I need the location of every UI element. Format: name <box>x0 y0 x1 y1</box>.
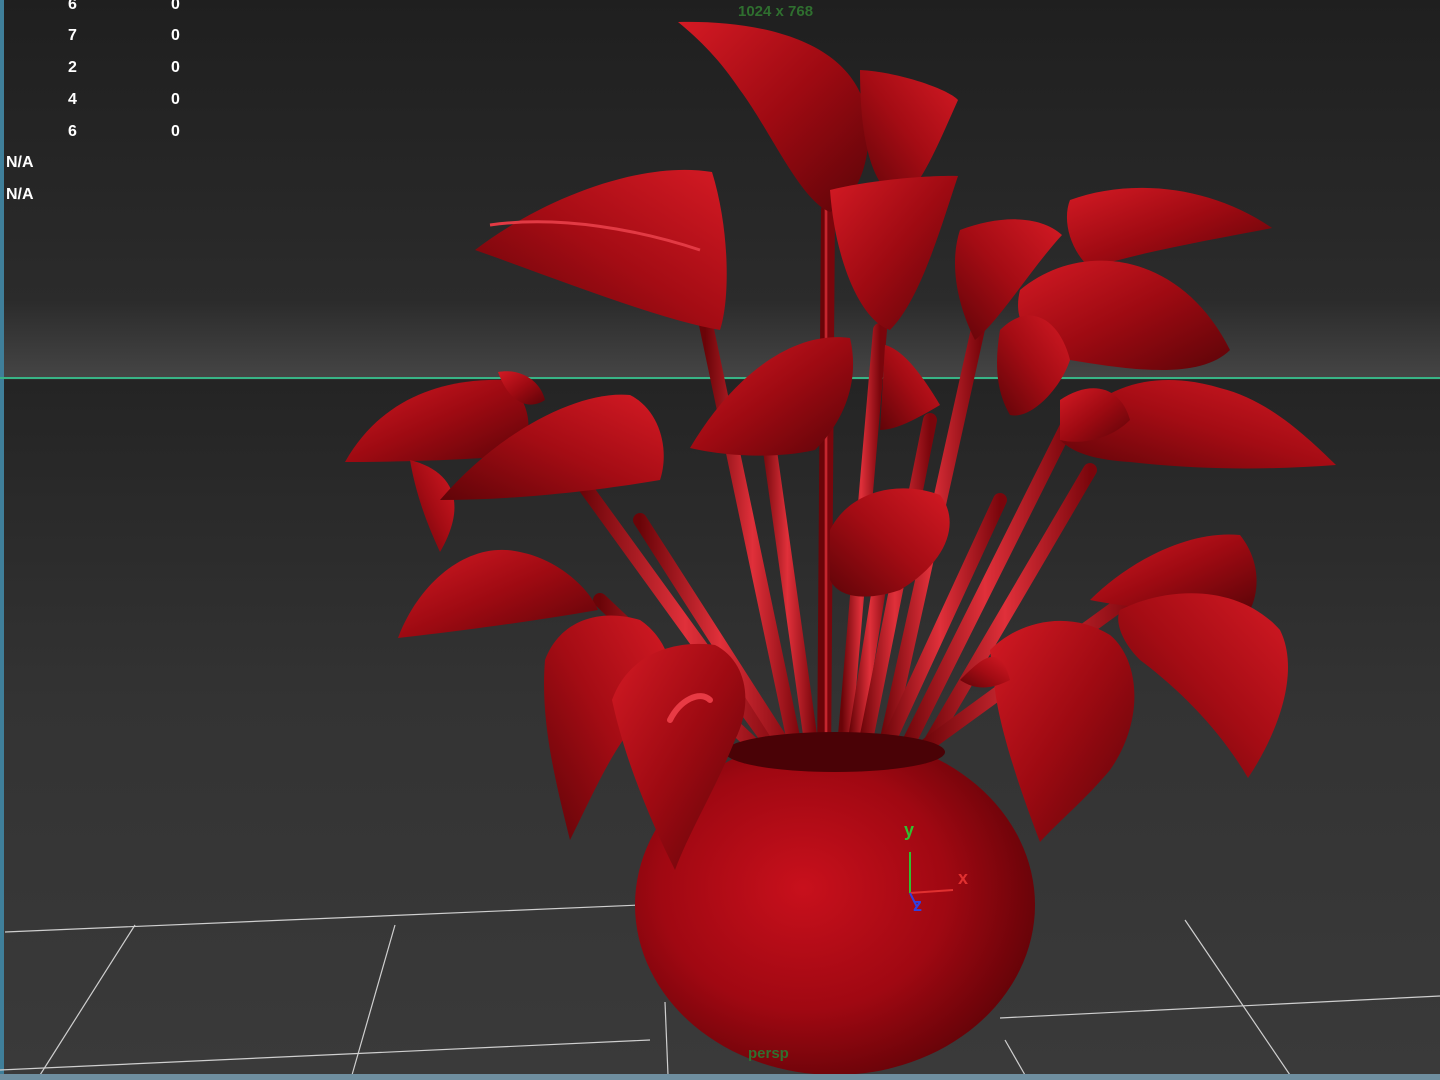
hud-row-count: 2 <box>68 59 77 76</box>
hud-na-row: N/A <box>0 187 240 205</box>
hud-row-count: 7 <box>68 27 77 44</box>
axis-z-label: z <box>913 895 922 915</box>
axis-y-label: y <box>904 820 915 840</box>
hud-row-count: 6 <box>68 123 77 140</box>
hud-stats: 6 0 7 0 2 0 4 0 6 0 N/A N/A <box>0 0 240 210</box>
resolution-gate-label: 1024 x 768 <box>738 3 814 20</box>
hud-row: 6 0 <box>0 124 240 142</box>
hud-row-value: 0 <box>171 123 180 140</box>
axis-x-label: x <box>958 868 969 888</box>
hud-row-count: 6 <box>68 0 77 13</box>
viewport-bottom-border <box>0 1074 1440 1080</box>
hud-row: 6 0 <box>0 0 240 15</box>
hud-row: 4 0 <box>0 92 240 110</box>
hud-row-value: 0 <box>171 59 180 76</box>
hud-row-count: 4 <box>68 91 77 108</box>
hud-row: 7 0 <box>0 28 240 46</box>
hud-row-value: 0 <box>171 27 180 44</box>
camera-name-label: persp <box>748 1045 789 1062</box>
hud-row-value: 0 <box>171 0 180 13</box>
hud-na-row: N/A <box>0 155 240 173</box>
hud-na-value: N/A <box>6 186 34 203</box>
hud-row: 2 0 <box>0 60 240 78</box>
3d-viewport[interactable]: 6 0 7 0 2 0 4 0 6 0 N/A N/A 1024 x 768 p… <box>0 0 1440 1080</box>
hud-row-value: 0 <box>171 91 180 108</box>
hud-na-value: N/A <box>6 154 34 171</box>
